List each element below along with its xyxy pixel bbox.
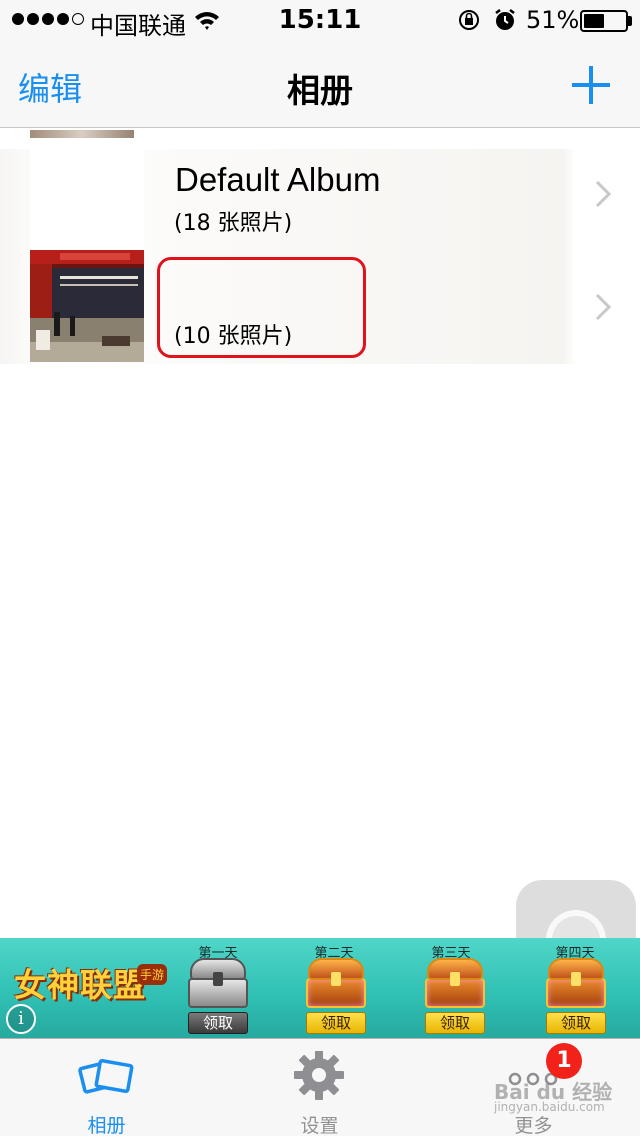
album-row-default[interactable]: Default Album (18 张照片): [0, 149, 640, 263]
watermark-subtext: jingyan.baidu.com: [494, 1100, 605, 1114]
album-thumbnail-photo: [30, 250, 144, 362]
rotation-lock-icon: [459, 10, 479, 30]
tab-settings[interactable]: 设置: [213, 1039, 426, 1136]
notification-badge: 1: [546, 1043, 582, 1079]
battery-level-fill: [584, 14, 604, 28]
claim-button[interactable]: 领取: [425, 1012, 485, 1034]
game-logo-tag: 手游: [137, 964, 168, 985]
status-bar: 中国联通 15:11 51%: [0, 0, 640, 40]
tab-label: 相册: [87, 1115, 126, 1136]
gear-icon: [294, 1051, 344, 1100]
game-logo: 女神联盟: [14, 966, 147, 1004]
treasure-chest-icon: [306, 958, 366, 1008]
tab-label: 设置: [300, 1115, 339, 1136]
treasure-chest-icon: [188, 958, 248, 1008]
previous-album-thumbnail-edge: [30, 130, 134, 138]
ad-banner[interactable]: 女神联盟 手游 i 第一天 领取 第二天 领取 第三天 领取 第四天 领取: [0, 938, 640, 1038]
treasure-chest-icon: [546, 958, 606, 1008]
battery-icon: [580, 10, 628, 32]
tab-label: 更多: [514, 1115, 553, 1136]
album-photo-count: (18 张照片): [174, 211, 293, 236]
album-name: Default Album: [175, 161, 381, 198]
treasure-chest-icon: [425, 958, 485, 1008]
claim-button[interactable]: 领取: [546, 1012, 606, 1034]
photo-album-icon: [78, 1058, 134, 1094]
chevron-right-icon: [595, 180, 612, 208]
ad-info-icon[interactable]: i: [6, 1004, 36, 1034]
navigation-bar: 编辑 相册: [0, 40, 640, 128]
page-title: 相册: [287, 71, 353, 110]
claim-button[interactable]: 领取: [306, 1012, 366, 1034]
battery-tip: [628, 16, 632, 26]
claim-button[interactable]: 领取: [188, 1012, 248, 1034]
red-highlight-annotation: [157, 257, 366, 358]
tab-albums[interactable]: 相册: [0, 1039, 213, 1136]
add-album-button[interactable]: [572, 66, 610, 104]
chevron-right-icon: [595, 293, 612, 321]
album-thumbnail: [30, 149, 144, 263]
alarm-icon: [495, 9, 515, 30]
battery-percent: 51%: [526, 6, 580, 34]
